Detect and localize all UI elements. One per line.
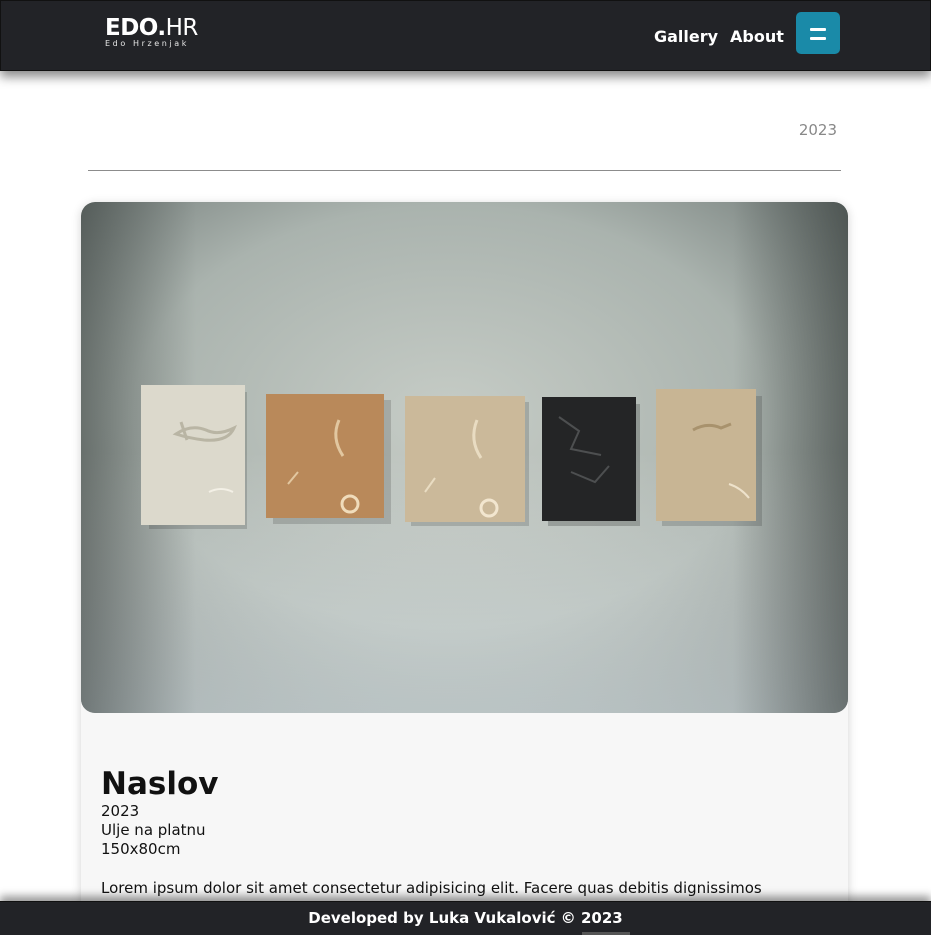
page-year: 2023 [798,121,837,139]
top-navbar: EDO.HR Edo Hrzenjak Gallery About [0,0,931,71]
footer-credit: Developed by Luka Vukalović © 2023 [308,909,623,927]
artwork-title: Naslov [101,766,219,802]
brand-title: EDO.HR [105,15,198,41]
panel-4 [542,397,640,526]
panel-1 [141,385,247,529]
artwork-card: Naslov 2023 Ulje na platnu 150x80cm Lore… [81,202,848,935]
artwork-technique: Ulje na platnu [101,821,206,839]
artwork-size: 150x80cm [101,840,181,858]
panel-5 [656,389,762,526]
nav-gallery-link[interactable]: Gallery [654,28,718,46]
menu-button[interactable] [796,12,840,54]
artwork-description: Lorem ipsum dolor sit amet consectetur a… [101,879,762,897]
brand-subtitle: Edo Hrzenjak [105,39,190,48]
panel-2 [266,394,391,524]
nav-about-link[interactable]: About [730,28,784,46]
divider [88,170,841,171]
artwork-image[interactable] [81,202,848,713]
panel-3 [405,396,529,526]
brand-logo[interactable]: EDO.HR Edo Hrzenjak [105,17,198,48]
artwork-year: 2023 [101,802,140,820]
footer: Developed by Luka Vukalović © 2023 [0,901,931,935]
